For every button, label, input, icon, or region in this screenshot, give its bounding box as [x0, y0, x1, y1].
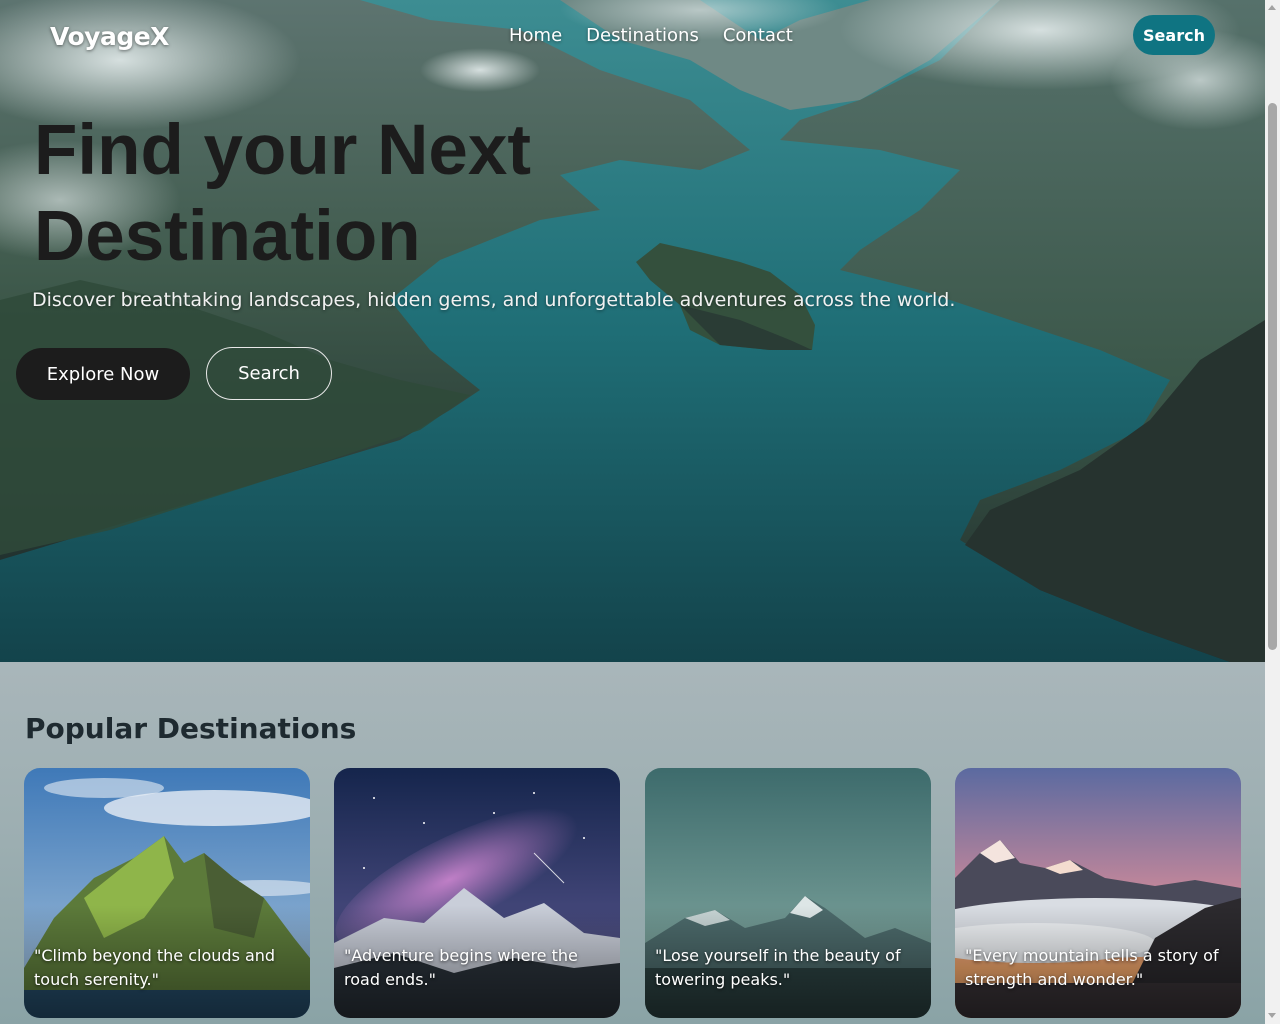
- explore-now-button[interactable]: Explore Now: [16, 348, 190, 400]
- destination-quote: "Climb beyond the clouds and touch seren…: [34, 946, 276, 989]
- site-logo[interactable]: VoyageX: [50, 22, 169, 51]
- destination-quote: "Adventure begins where the road ends.": [344, 946, 578, 989]
- hero-subtitle: Discover breathtaking landscapes, hidden…: [32, 289, 956, 311]
- scroll-up-arrow-icon[interactable]: [1268, 5, 1276, 10]
- scrollbar-thumb[interactable]: [1268, 103, 1277, 650]
- nav-link-contact[interactable]: Contact: [723, 25, 793, 46]
- nav-link-destinations[interactable]: Destinations: [586, 25, 699, 46]
- section-title: Popular Destinations: [25, 712, 357, 745]
- navbar: VoyageX Home Destinations Contact Search: [0, 0, 1265, 72]
- destination-card[interactable]: "Lose yourself in the beauty of towering…: [645, 768, 931, 1018]
- hero-background-image: [0, 0, 1265, 662]
- hero-section: VoyageX Home Destinations Contact Search…: [0, 0, 1265, 662]
- destination-quote: "Lose yourself in the beauty of towering…: [655, 946, 901, 989]
- hero-search-button[interactable]: Search: [206, 347, 332, 400]
- page-scrollbar[interactable]: [1265, 0, 1280, 1024]
- nav-links: Home Destinations Contact: [509, 25, 793, 46]
- destination-card[interactable]: "Climb beyond the clouds and touch seren…: [24, 768, 310, 1018]
- destination-card[interactable]: "Adventure begins where the road ends.": [334, 768, 620, 1018]
- destination-quote: "Every mountain tells a story of strengt…: [965, 946, 1219, 989]
- hero-title: Find your Next Destination: [34, 111, 532, 276]
- nav-link-home[interactable]: Home: [509, 25, 562, 46]
- popular-destinations-section: Popular Destinations "Climb beyond the c…: [0, 662, 1265, 1024]
- nav-search-button[interactable]: Search: [1133, 15, 1215, 55]
- scroll-down-arrow-icon[interactable]: [1268, 1013, 1276, 1018]
- destination-card[interactable]: "Every mountain tells a story of strengt…: [955, 768, 1241, 1018]
